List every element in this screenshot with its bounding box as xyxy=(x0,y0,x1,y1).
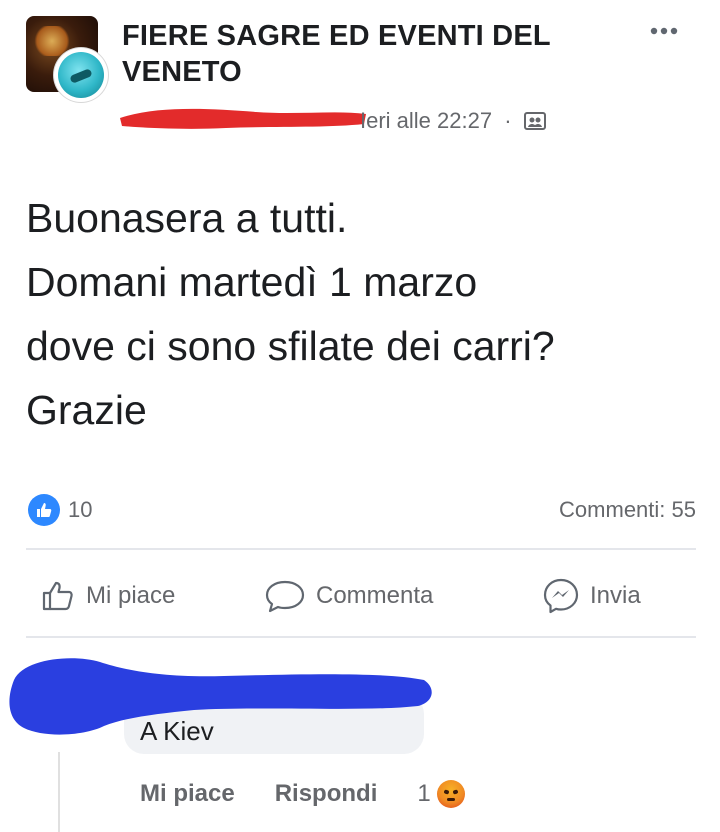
like-count[interactable]: 10 xyxy=(68,494,92,526)
redaction-mark-name xyxy=(120,108,366,129)
comment-icon xyxy=(265,580,305,613)
post-meta: Ieri alle 22:27 · xyxy=(360,108,546,134)
more-horizontal-icon[interactable] xyxy=(640,18,688,44)
redaction-mark-commenter xyxy=(9,658,432,735)
post-body-line: Grazie xyxy=(26,387,147,433)
comment-button-label: Commenta xyxy=(316,582,434,609)
comment-count[interactable]: Commenti: 55 xyxy=(559,494,696,526)
post-body-line: Buonasera a tutti. xyxy=(26,195,348,241)
divider xyxy=(26,548,696,550)
group-audience-icon xyxy=(523,112,546,130)
thread-line xyxy=(58,752,60,832)
thumbs-up-icon xyxy=(37,503,52,517)
angry-reaction-icon xyxy=(436,780,465,808)
comment-text: A Kiev xyxy=(140,716,214,746)
comment-actions: Mi piace Rispondi 1 xyxy=(140,780,465,808)
send-button-label: Invia xyxy=(590,582,641,609)
group-name[interactable]: FIERE SAGRE ED EVENTI DEL VENETO xyxy=(122,18,622,90)
page-avatar-image xyxy=(58,52,104,98)
comment-like-button[interactable]: Mi piace xyxy=(140,780,235,808)
thumbs-up-outline-icon xyxy=(42,581,73,611)
page-avatar[interactable] xyxy=(54,48,108,102)
group-avatar[interactable] xyxy=(26,16,112,102)
meta-separator: · xyxy=(504,108,512,133)
messenger-icon xyxy=(543,578,579,614)
like-button-label: Mi piace xyxy=(86,582,176,609)
comment-reaction[interactable]: 1 xyxy=(417,780,465,808)
post-body-line: dove ci sono sfilate dei carri? xyxy=(26,323,555,369)
post-timestamp[interactable]: Ieri alle 22:27 xyxy=(360,108,492,133)
comment-reply-button[interactable]: Rispondi xyxy=(275,780,378,808)
like-button[interactable]: Mi piace xyxy=(40,576,175,616)
divider xyxy=(26,636,696,638)
comment-reaction-count: 1 xyxy=(417,780,431,807)
comment-button[interactable]: Commenta xyxy=(264,576,433,616)
send-button[interactable]: Invia xyxy=(542,576,641,616)
post-body-line: Domani martedì 1 marzo xyxy=(26,259,478,305)
like-reaction-icon[interactable] xyxy=(28,494,60,526)
post-body: Buonasera a tutti. Domani martedì 1 marz… xyxy=(26,186,706,442)
